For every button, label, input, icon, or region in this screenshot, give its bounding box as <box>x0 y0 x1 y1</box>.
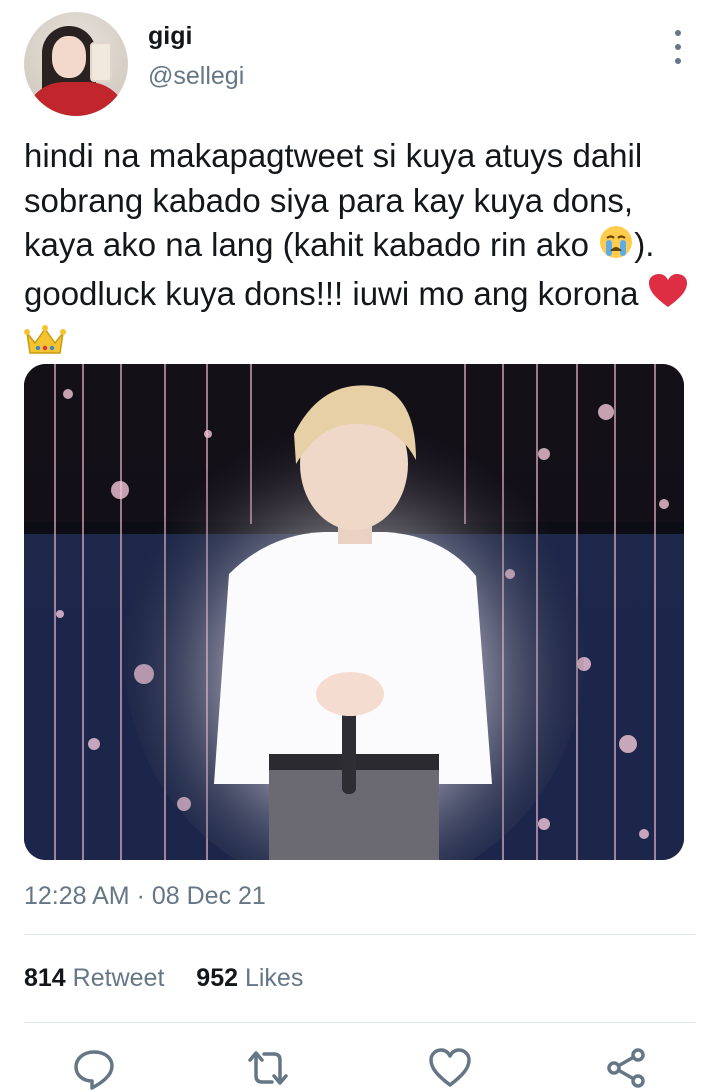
retweet-count[interactable]: 814 <box>24 964 66 992</box>
user-handle[interactable]: @sellegi <box>148 62 244 91</box>
tweet-timestamp[interactable]: 12:28 AM · 08 Dec 21 <box>24 882 266 911</box>
retweet-icon[interactable] <box>246 1046 290 1090</box>
tweet-photo[interactable] <box>24 364 684 860</box>
action-bar <box>0 1046 720 1092</box>
tweet-text-part-1: hindi na makapagtweet si kuya atuys dahi… <box>24 137 643 263</box>
retweet-label[interactable]: Retweet <box>73 964 165 992</box>
red-heart-icon <box>648 273 688 321</box>
timestamp-separator: · <box>136 882 145 910</box>
divider <box>24 1022 696 1023</box>
divider <box>24 934 696 935</box>
tweet-date: 08 Dec 21 <box>151 882 266 910</box>
more-options-icon[interactable] <box>668 30 688 64</box>
like-icon[interactable] <box>428 1046 472 1090</box>
crying-face-icon <box>598 224 634 272</box>
tweet: gigi @sellegi hindi na makapagtweet si k… <box>0 0 720 1092</box>
like-count[interactable]: 952 <box>196 964 238 992</box>
tweet-time: 12:28 AM <box>24 882 130 910</box>
tweet-text: hindi na makapagtweet si kuya atuys dahi… <box>24 134 704 369</box>
tweet-stats: 814 Retweet 952 Likes <box>24 964 303 993</box>
reply-icon[interactable] <box>72 1046 116 1090</box>
avatar[interactable] <box>24 12 128 116</box>
share-icon[interactable] <box>604 1046 648 1090</box>
like-label[interactable]: Likes <box>245 964 303 992</box>
display-name[interactable]: gigi <box>148 22 192 51</box>
crown-icon <box>24 323 66 369</box>
